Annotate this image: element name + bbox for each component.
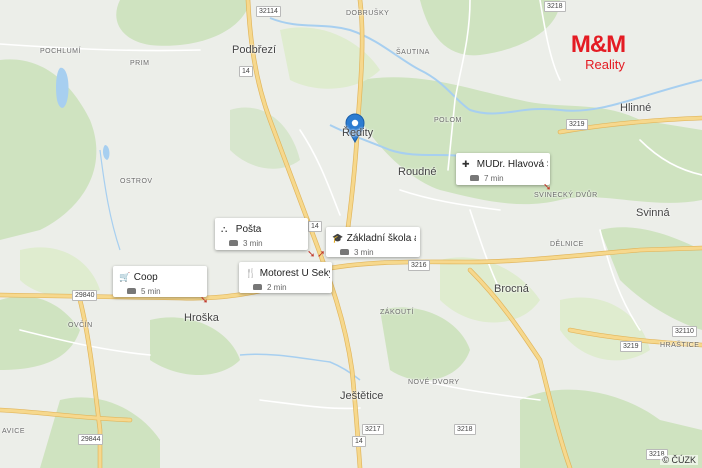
- poi-pointer-arrow: ➘: [200, 295, 209, 306]
- poi-card-shop[interactable]: 🛒 Coop 5 min: [113, 266, 207, 297]
- road-number-badge: 3219: [566, 119, 588, 130]
- locality-label: SVINECKÝ DVŮR: [534, 192, 598, 199]
- poi-card-restaurant[interactable]: 🍴 Motorest U Sekyrky 2 min: [239, 262, 332, 293]
- road-number-badge: 3217: [362, 424, 384, 435]
- place-label: Hlinné: [620, 102, 652, 114]
- poi-title: Motorest U Sekyrky: [259, 268, 330, 279]
- school-icon: 🎓: [332, 233, 344, 243]
- poi-pointer-arrow: ➘: [307, 249, 316, 260]
- road-number-badge: 29840: [72, 290, 98, 301]
- place-label: Hroška: [184, 312, 219, 324]
- poi-travel-time: 7 min: [484, 174, 504, 183]
- road-number-badge: 14: [239, 66, 253, 77]
- locality-label: PRIM: [130, 60, 150, 67]
- poi-title: Pošta: [235, 224, 262, 235]
- brand-logo: M&M Reality: [558, 32, 638, 72]
- poi-card-school[interactable]: 🎓 Základní škola a ... 3 min: [326, 227, 420, 257]
- car-icon: [340, 248, 349, 255]
- map-canvas[interactable]: Podbřezí Ředity Roudné Hlinné Svinná Bro…: [0, 0, 702, 468]
- place-label: Ředity: [342, 127, 374, 139]
- locality-label: ZÁKOUTÍ: [380, 309, 414, 316]
- road-number-badge: 32114: [256, 6, 281, 17]
- locality-label: OVČÍN: [68, 322, 93, 329]
- post-office-icon: ⛬: [221, 224, 228, 234]
- poi-travel-time: 2 min: [267, 283, 287, 292]
- road-number-badge: 29844: [78, 434, 104, 445]
- place-label: Roudné: [398, 166, 437, 178]
- poi-travel-time: 5 min: [141, 287, 161, 296]
- locality-label: POCHLUMÍ: [40, 48, 81, 55]
- poi-title: MUDr. Hlavová So...: [476, 159, 548, 170]
- poi-pointer-arrow: ➚: [317, 249, 326, 260]
- place-label: Brocná: [494, 283, 529, 295]
- place-label: Ještětice: [340, 390, 384, 402]
- car-icon: [229, 239, 238, 246]
- road-number-badge: 14: [308, 221, 322, 232]
- locality-label: ŠAUTINA: [396, 49, 430, 56]
- car-icon: [127, 287, 136, 294]
- medical-icon: ✚: [462, 159, 470, 169]
- poi-title: Základní škola a ...: [346, 233, 416, 244]
- logo-subtitle: Reality: [585, 57, 625, 72]
- map-copyright: © ČÚZK: [660, 455, 698, 465]
- car-icon: [470, 174, 479, 181]
- poi-card-post[interactable]: ⛬ Pošta 3 min: [215, 218, 308, 250]
- locality-label: NOVÉ DVORY: [408, 379, 460, 386]
- locality-label: AVICE: [2, 428, 25, 435]
- locality-label: POLOM: [434, 117, 462, 124]
- road-number-badge: 14: [352, 436, 366, 447]
- road-number-badge: 3218: [544, 1, 566, 12]
- road-number-badge: 3218: [454, 424, 476, 435]
- logo-mark: M&M: [570, 31, 626, 58]
- poi-travel-time: 3 min: [243, 239, 263, 248]
- locality-label: HRAŠTICE: [660, 342, 700, 349]
- locality-label: DĚLNICE: [550, 241, 584, 248]
- poi-card-medical[interactable]: ✚ MUDr. Hlavová So... 7 min: [456, 153, 550, 185]
- poi-pointer-arrow: ➘: [543, 182, 552, 193]
- car-icon: [253, 283, 262, 290]
- shop-icon: 🛒: [119, 272, 131, 282]
- locality-label: DOBRUŠKY: [346, 10, 390, 17]
- road-number-badge: 3216: [408, 260, 430, 271]
- poi-travel-time: 3 min: [354, 248, 374, 257]
- poi-title: Coop: [133, 272, 158, 283]
- place-label: Svinná: [636, 207, 670, 219]
- locality-label: OSTROV: [120, 178, 153, 185]
- restaurant-icon: 🍴: [245, 268, 257, 278]
- road-number-badge: 3219: [620, 341, 642, 352]
- place-label: Podbřezí: [232, 44, 277, 56]
- road-number-badge: 32110: [672, 326, 697, 337]
